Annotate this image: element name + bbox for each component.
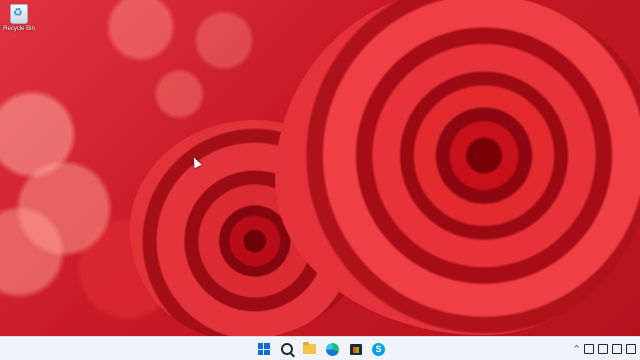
taskbar-pinned-apps: S	[255, 340, 387, 358]
store-icon	[349, 343, 362, 355]
store-button[interactable]	[347, 341, 364, 358]
battery-icon[interactable]	[626, 344, 636, 354]
folder-icon	[303, 342, 316, 354]
search-button[interactable]	[278, 341, 295, 358]
recycle-bin-icon	[10, 4, 28, 24]
show-hidden-icons-chevron-icon[interactable]: ^	[573, 341, 580, 357]
taskbar: S ^	[0, 336, 640, 360]
skype-button[interactable]: S	[370, 341, 387, 358]
meet-now-icon[interactable]	[598, 344, 608, 354]
desktop-wallpaper: Recycle Bin	[0, 0, 640, 336]
start-button[interactable]	[255, 341, 272, 358]
edge-browser-icon	[326, 342, 339, 356]
wallpaper-rose-large	[275, 0, 640, 335]
windows-logo-icon	[257, 343, 270, 355]
file-explorer-button[interactable]	[301, 341, 318, 358]
skype-icon: S	[372, 342, 385, 356]
network-icon[interactable]	[584, 344, 594, 354]
volume-icon[interactable]	[612, 344, 622, 354]
edge-button[interactable]	[324, 341, 341, 358]
system-tray: ^	[573, 341, 636, 357]
recycle-bin-shortcut[interactable]: Recycle Bin	[2, 4, 36, 32]
search-icon	[280, 343, 293, 355]
recycle-bin-label: Recycle Bin	[3, 26, 35, 32]
